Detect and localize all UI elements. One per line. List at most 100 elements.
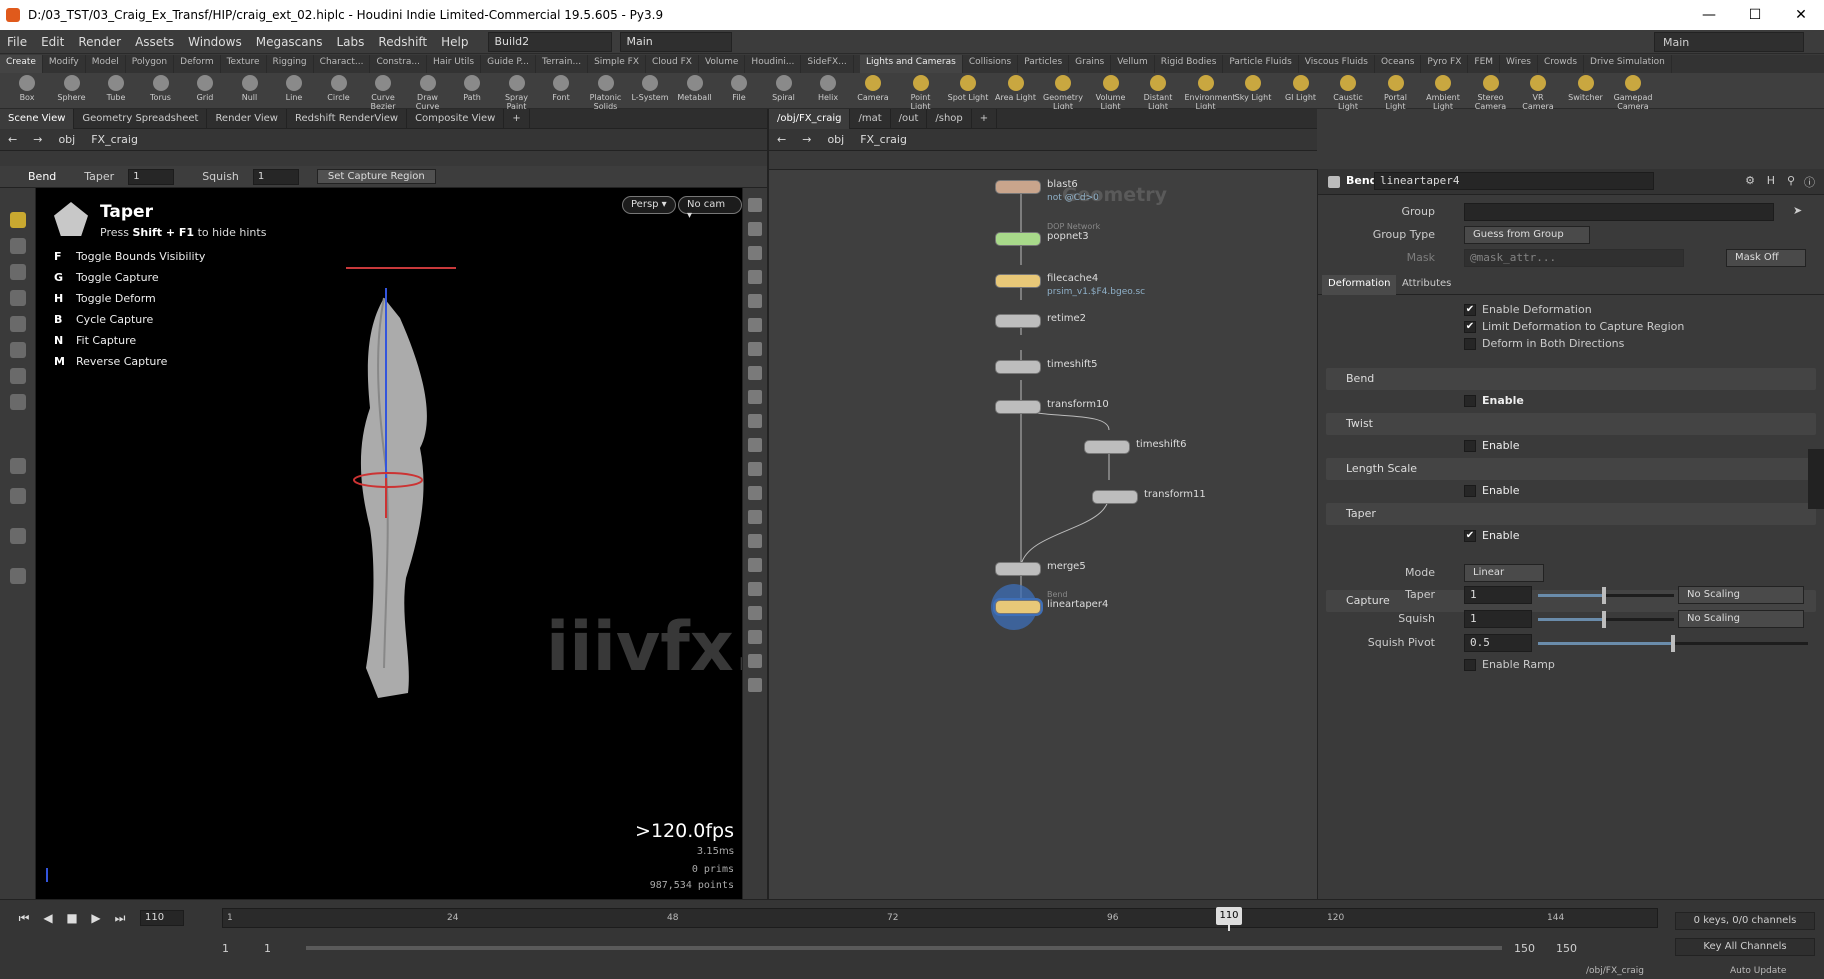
deform-in-both-directions-checkbox[interactable] (1464, 338, 1476, 350)
lock-camera-icon[interactable] (748, 246, 762, 260)
shelf-tab-pyro-fx[interactable]: Pyro FX (1421, 55, 1469, 73)
shelf-tab-wires[interactable]: Wires (1500, 55, 1538, 73)
shelf-tool-line[interactable]: Line (273, 75, 315, 102)
timeline-track[interactable]: 1 24 48 72 96 120 144 110 (222, 907, 1658, 931)
shelf-tab-hair-utils[interactable]: Hair Utils (427, 55, 482, 73)
squish-pivot-field[interactable]: 0.5 (1464, 634, 1532, 652)
ghost-icon[interactable] (748, 318, 762, 332)
path-fx-craig[interactable]: FX_craig (83, 133, 146, 146)
enable-bend-checkbox[interactable] (1464, 395, 1476, 407)
node-body[interactable] (1084, 440, 1130, 454)
start-frame-2[interactable]: 1 (264, 942, 271, 955)
snapshot-icon[interactable] (748, 630, 762, 644)
shelf-tool-camera[interactable]: Camera (852, 75, 894, 102)
forward-arrow-icon[interactable]: → (25, 133, 50, 146)
add-network-tab-icon[interactable]: + (972, 108, 998, 129)
shelf-tool-switcher[interactable]: Switcher (1565, 75, 1607, 102)
node-name-field[interactable]: lineartaper4 (1374, 172, 1654, 190)
shelf-tab-rigid-bodies[interactable]: Rigid Bodies (1155, 55, 1224, 73)
shelf-tab-rigging[interactable]: Rigging (267, 55, 314, 73)
network-path-obj[interactable]: obj (819, 133, 852, 146)
end-frame[interactable]: 150 (1514, 942, 1535, 955)
shelf-tool-draw-curve[interactable]: Draw Curve (407, 75, 449, 111)
shelf-tab-viscous-fluids[interactable]: Viscous Fluids (1299, 55, 1375, 73)
collapse-panel-handle[interactable] (1808, 449, 1824, 509)
shelf-tab-oceans[interactable]: Oceans (1375, 55, 1422, 73)
shelf-tool-vr-camera[interactable]: VR Camera (1517, 75, 1559, 111)
shelf-tab-fem[interactable]: FEM (1468, 55, 1501, 73)
current-frame-field[interactable]: 110 (140, 910, 184, 926)
shelf-tool-geometry-light[interactable]: Geometry Light (1042, 75, 1084, 111)
shelf-tool-area-light[interactable]: Area Light (995, 75, 1037, 102)
shelf-tool-spot-light[interactable]: Spot Light (947, 75, 989, 102)
tab-composite-view[interactable]: Composite View (407, 108, 505, 129)
render-icon[interactable] (748, 582, 762, 596)
shelf-tab-create[interactable]: Create (0, 55, 43, 73)
flipbook-icon[interactable] (748, 606, 762, 620)
shelf-tool-grid[interactable]: Grid (184, 75, 226, 102)
shelf-tab-vellum[interactable]: Vellum (1111, 55, 1155, 73)
node-body[interactable] (995, 600, 1041, 614)
safe-area-icon[interactable] (748, 486, 762, 500)
help-icon[interactable]: H (1767, 174, 1775, 187)
menu-file[interactable]: File (0, 35, 34, 49)
menu-edit[interactable]: Edit (34, 35, 71, 49)
enable-deformation-checkbox[interactable]: ✔ (1464, 304, 1476, 316)
shelf-tool-stereo-camera[interactable]: Stereo Camera (1470, 75, 1512, 111)
node-body[interactable] (995, 314, 1041, 328)
add-tab-icon[interactable]: + (504, 108, 530, 129)
close-button[interactable]: ✕ (1778, 7, 1824, 23)
tab-render-view[interactable]: Render View (207, 108, 287, 129)
node-body[interactable] (995, 180, 1041, 194)
shelf-tab-simple-fx[interactable]: Simple FX (588, 55, 647, 73)
shelf-tab-deform[interactable]: Deform (174, 55, 221, 73)
taper-parm-field[interactable]: 1 (1464, 586, 1532, 604)
shelf-tool-gamepad-camera[interactable]: Gamepad Camera (1612, 75, 1654, 111)
node-body[interactable] (995, 360, 1041, 374)
lock-icon[interactable] (10, 488, 26, 504)
desktop-selector[interactable]: Build2 (487, 31, 612, 52)
network-back-icon[interactable]: ← (769, 133, 794, 146)
node-body[interactable] (995, 274, 1041, 288)
shelf-tool-font[interactable]: Font (540, 75, 582, 102)
range-bar[interactable] (306, 946, 1502, 950)
jump-start-button[interactable]: ⏮ (16, 910, 32, 926)
shelf-tool-helix[interactable]: Helix (807, 75, 849, 102)
node-body[interactable] (995, 562, 1041, 576)
section-length-scale[interactable]: Length Scale (1326, 458, 1816, 480)
shelf-tab-cloud-fx[interactable]: Cloud FX (646, 55, 699, 73)
menu-labs[interactable]: Labs (330, 35, 372, 49)
shelf-tool-circle[interactable]: Circle (318, 75, 360, 102)
shelf-tool-torus[interactable]: Torus (140, 75, 182, 102)
squish-slider[interactable] (1538, 611, 1674, 628)
shelf-tab-modify[interactable]: Modify (43, 55, 86, 73)
shelf-tool-l-system[interactable]: L-System (629, 75, 671, 102)
display-options-icon[interactable] (748, 198, 762, 212)
shelf-tool-environment-light[interactable]: Environment Light (1185, 75, 1236, 111)
jump-end-button[interactable]: ⏭ (112, 910, 128, 926)
shaded-icon[interactable] (748, 366, 762, 380)
scale-tool-icon[interactable] (10, 290, 26, 306)
home-icon[interactable] (748, 270, 762, 284)
snap-icon[interactable] (10, 394, 26, 410)
shelf-tool-caustic-light[interactable]: Caustic Light (1327, 75, 1369, 111)
menu-render[interactable]: Render (71, 35, 128, 49)
node-body[interactable] (1092, 490, 1138, 504)
shelf-tool-sphere[interactable]: Sphere (51, 75, 93, 102)
wireframe-icon[interactable] (748, 342, 762, 356)
taper-scaling-menu[interactable]: No Scaling (1678, 586, 1804, 604)
maximize-button[interactable]: ☐ (1732, 7, 1778, 23)
shelf-tool-ambient-light[interactable]: Ambient Light (1422, 75, 1464, 111)
network-forward-icon[interactable]: → (794, 133, 819, 146)
enable-ramp-checkbox[interactable] (1464, 659, 1476, 671)
tab-scene-view[interactable]: Scene View (0, 108, 75, 129)
magnet-icon[interactable] (10, 458, 26, 474)
shelf-tool-spiral[interactable]: Spiral (763, 75, 805, 102)
shelf-tab-model[interactable]: Model (86, 55, 126, 73)
stats-icon[interactable] (748, 654, 762, 668)
points-display-icon[interactable] (748, 390, 762, 404)
particles-icon[interactable] (748, 534, 762, 548)
link-icon[interactable] (10, 568, 26, 584)
shelf-tab-guide-p[interactable]: Guide P... (481, 55, 537, 73)
play-button[interactable]: ▶ (88, 910, 104, 926)
